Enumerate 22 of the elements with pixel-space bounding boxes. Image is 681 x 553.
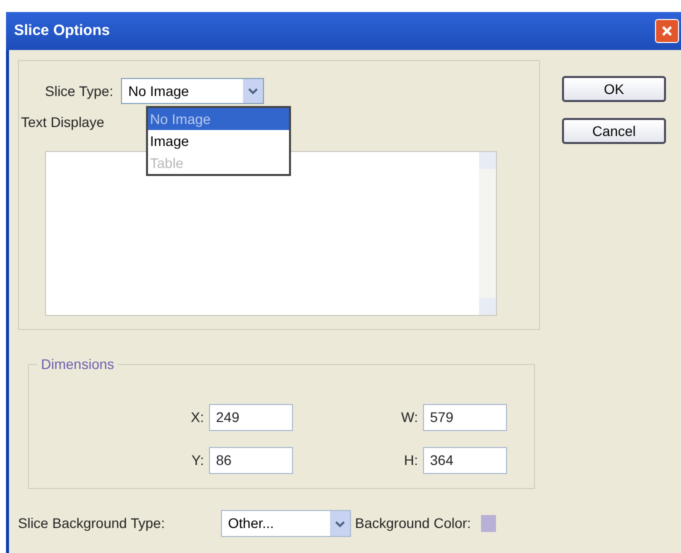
dimension-label: W: (401, 408, 418, 427)
dimension-label: Y: (192, 451, 204, 470)
background-color-label: Background Color: (355, 514, 471, 533)
dropdown-caret-icon[interactable] (243, 79, 264, 103)
text-displayed-label: Text Displaye (21, 113, 106, 132)
dimension-field[interactable]: 249 (209, 404, 293, 431)
dimension-field[interactable]: 364 (423, 447, 507, 474)
dimension-label: H: (404, 451, 418, 470)
dialog-button[interactable]: Cancel (562, 118, 666, 144)
close-icon[interactable] (655, 19, 679, 43)
slice-type-label: Slice Type: (45, 82, 114, 101)
background-type-label: Slice Background Type: (18, 514, 166, 533)
dialog-button[interactable]: OK (562, 76, 666, 102)
dropdown-caret-icon[interactable] (330, 511, 350, 536)
dimension-field[interactable]: 86 (209, 447, 293, 474)
window-title: Slice Options (14, 20, 110, 41)
slice-type-dropdown[interactable]: No Image (121, 78, 264, 104)
color-swatch[interactable] (480, 515, 496, 532)
dimension-label: X: (190, 408, 204, 427)
background-type-dropdown[interactable]: Other... (221, 510, 351, 537)
dimension-field[interactable]: 579 (423, 404, 507, 431)
scrollbar[interactable] (479, 152, 496, 315)
